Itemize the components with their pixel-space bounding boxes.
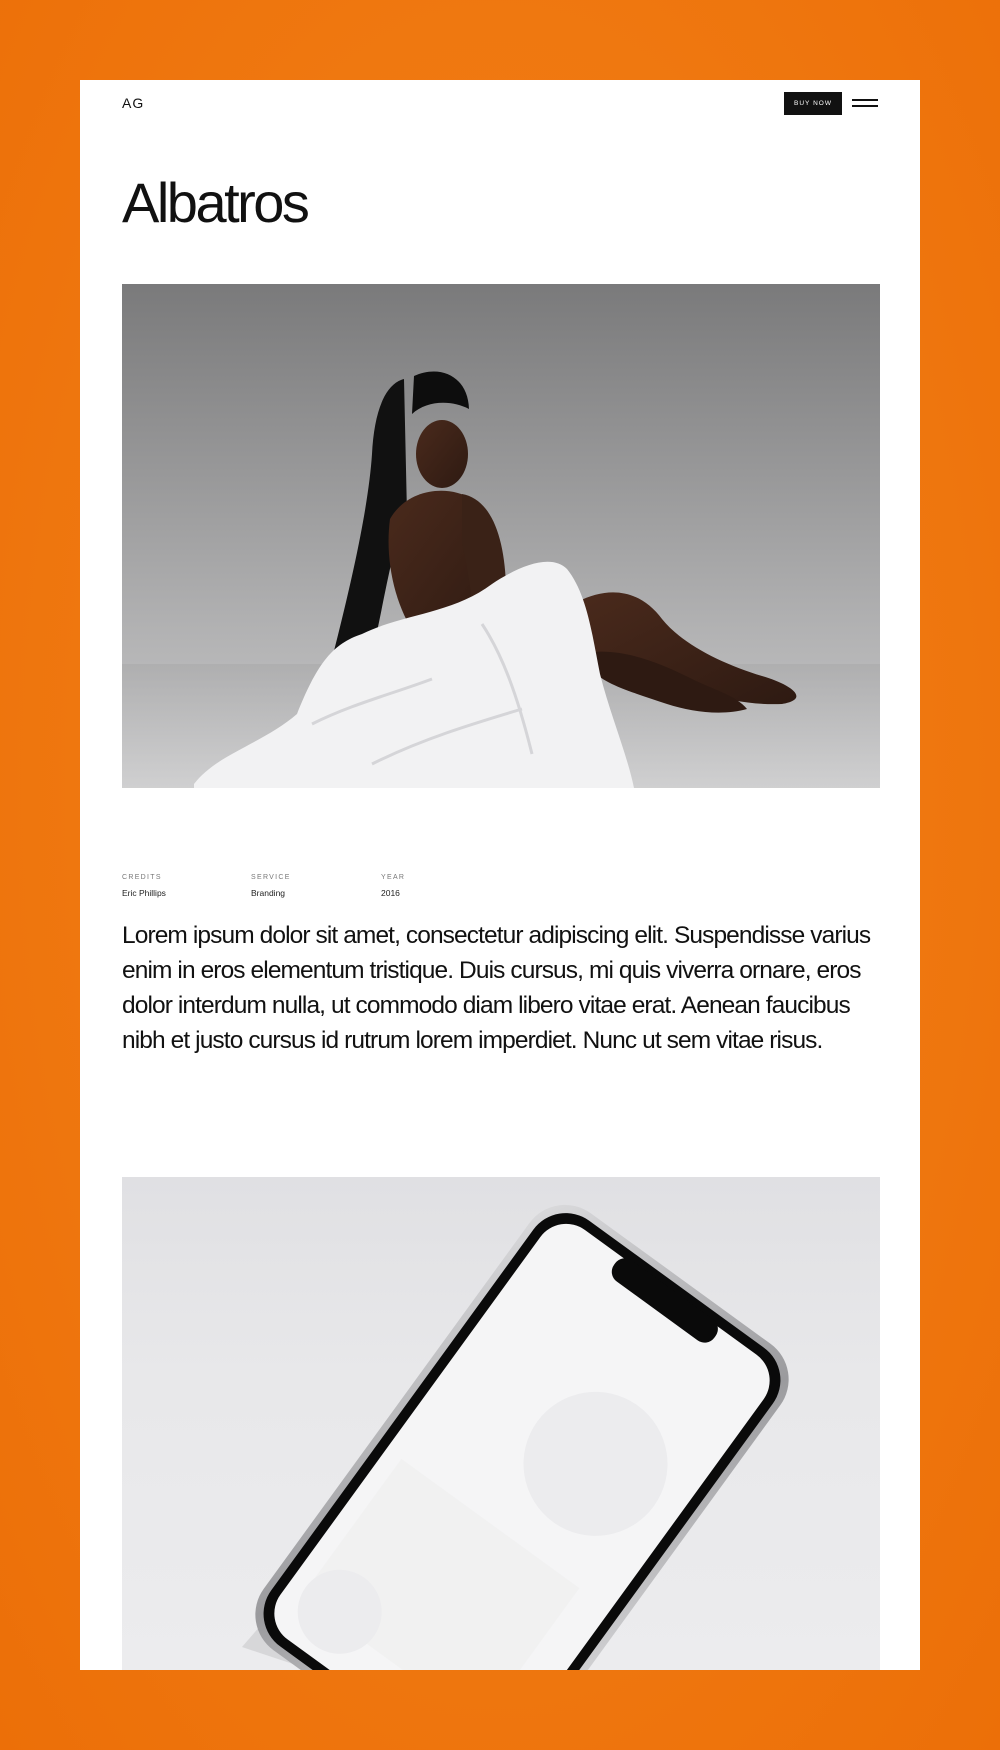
site-header: AG BUY NOW [122,92,878,122]
meta-year: YEAR 2016 [381,874,501,898]
year-label: YEAR [381,874,406,881]
hamburger-menu-icon[interactable] [852,97,878,109]
phone-mockup-image [122,1177,880,1670]
credits-label: CREDITS [122,874,162,881]
page-title: Albatros [122,171,310,234]
hero-photo [122,284,880,788]
meta-service: SERVICE Branding [251,874,371,898]
service-label: SERVICE [251,874,291,881]
buy-now-button[interactable]: BUY NOW [784,92,842,115]
project-description: Lorem ipsum dolor sit amet, consectetur … [122,922,871,1054]
meta-credits: CREDITS Eric Phillips [122,874,242,898]
service-value: Branding [251,888,286,898]
project-page-card: AG BUY NOW Albatros CREDITS Eric Phillip… [80,80,920,1670]
project-meta: CREDITS Eric Phillips SERVICE Branding Y… [122,874,522,914]
site-logo[interactable]: AG [122,95,144,111]
year-value: 2016 [381,888,400,898]
credits-value: Eric Phillips [122,888,166,898]
